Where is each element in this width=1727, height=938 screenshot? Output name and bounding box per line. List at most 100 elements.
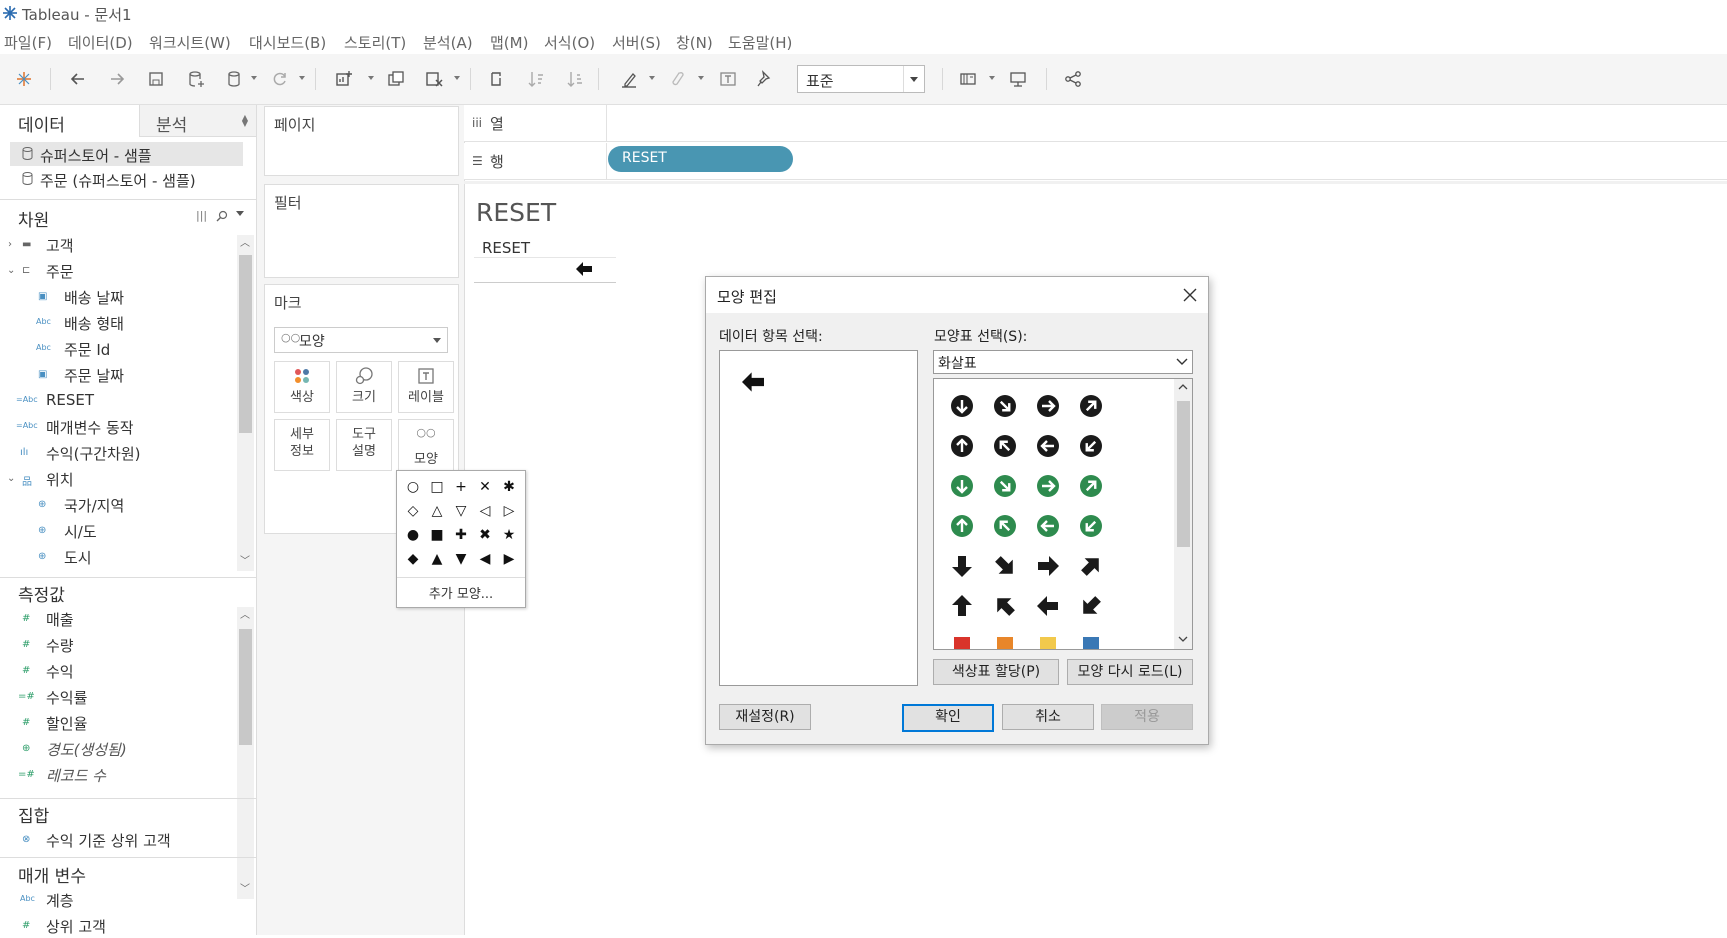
scroll-down-icon[interactable]: ﹀: [240, 885, 250, 895]
palette-arrow-shape[interactable]: [1038, 556, 1059, 576]
dim-ship-mode[interactable]: Abc 배송 형태: [22, 311, 254, 335]
shape-option[interactable]: ▷: [497, 499, 521, 523]
palette-arrow-shape-partial[interactable]: [954, 637, 970, 649]
rows-shelf[interactable]: ☰ 행 RESET: [464, 143, 1727, 180]
param-hierarchy[interactable]: Abc 계층: [6, 888, 238, 912]
tooltip-button[interactable]: 도구 설명: [336, 419, 392, 471]
datasource-orders[interactable]: 주문 (슈퍼스토어 - 샘플): [10, 167, 243, 191]
pages-card[interactable]: 페이지: [264, 106, 459, 176]
scroll-up-icon[interactable]: [1178, 383, 1188, 391]
save-icon[interactable]: [144, 67, 168, 91]
scrollbar-thumb[interactable]: [1177, 401, 1190, 547]
palette-arrow-shape[interactable]: [1075, 390, 1106, 421]
clear-sheet-icon[interactable]: [422, 67, 446, 91]
palette-arrow-shape[interactable]: [1075, 430, 1106, 461]
menu-analysis[interactable]: 분석(A): [423, 32, 473, 53]
group-members-icon[interactable]: [665, 67, 689, 91]
duplicate-sheet-icon[interactable]: [384, 67, 408, 91]
menu-window[interactable]: 창(N): [676, 32, 713, 53]
palette-arrow-shape[interactable]: [989, 390, 1020, 421]
dim-state[interactable]: ⊕ 시/도: [22, 519, 254, 543]
measures-scrollbar[interactable]: ︿ ﹀: [237, 607, 254, 899]
sort-ascending-icon[interactable]: [524, 67, 548, 91]
arrow-left-mark-icon[interactable]: [575, 261, 593, 277]
label-button[interactable]: 레이블: [398, 361, 454, 413]
shape-option[interactable]: ★: [497, 523, 521, 547]
cancel-button[interactable]: 취소: [1002, 704, 1094, 730]
reset-button[interactable]: 재설정(R): [719, 704, 811, 730]
apply-button[interactable]: 적용: [1101, 704, 1193, 730]
dim-country[interactable]: ⊕ 국가/지역: [22, 493, 254, 517]
shape-option[interactable]: □: [425, 475, 449, 499]
meas-record-count[interactable]: =# 레코드 수: [6, 763, 238, 787]
dim-order-id[interactable]: Abc 주문 Id: [22, 337, 254, 361]
presentation-mode-icon[interactable]: [1006, 67, 1030, 91]
dim-city[interactable]: ⊕ 도시: [22, 545, 254, 569]
palette-arrow-shape[interactable]: [951, 475, 973, 497]
shape-option[interactable]: ◀: [473, 547, 497, 571]
refresh-icon[interactable]: [268, 67, 292, 91]
menu-story[interactable]: 스토리(T): [344, 32, 406, 53]
palette-arrow-shape[interactable]: [1037, 515, 1059, 537]
shape-option[interactable]: ▶: [497, 547, 521, 571]
dim-order-date[interactable]: ▣ 주문 날짜: [22, 363, 254, 387]
shape-palette-grid[interactable]: [933, 378, 1193, 650]
dim-orders[interactable]: ⌄ ⊏ 주문: [6, 259, 238, 283]
palette-scrollbar[interactable]: [1174, 379, 1192, 649]
arrow-left-item-icon[interactable]: [740, 371, 766, 393]
palette-arrow-shape[interactable]: [1037, 596, 1058, 616]
palette-arrow-shape[interactable]: [1037, 475, 1059, 497]
dim-param-action[interactable]: =Abc 매개변수 동작: [6, 415, 238, 439]
mark-type-select[interactable]: ○○ 모양: [274, 327, 448, 353]
dimensions-menu-icon[interactable]: [236, 211, 244, 216]
shape-option[interactable]: ◆: [401, 547, 425, 571]
shape-option[interactable]: ○: [401, 475, 425, 499]
palette-arrow-shape[interactable]: [951, 435, 973, 457]
fix-axes-icon[interactable]: [753, 67, 777, 91]
dim-profit-bins[interactable]: ılı 수익(구간차원): [6, 441, 238, 465]
reload-shapes-button[interactable]: 모양 다시 로드(L): [1067, 659, 1193, 685]
sort-descending-icon[interactable]: [563, 67, 587, 91]
assign-palette-button[interactable]: 색상표 할당(P): [933, 659, 1059, 685]
tableau-home-icon[interactable]: [12, 67, 36, 91]
palette-arrow-shape[interactable]: [1037, 435, 1059, 457]
dim-ship-date[interactable]: ▣ 배송 날짜: [22, 285, 254, 309]
shape-option[interactable]: ▽: [449, 499, 473, 523]
datasource-superstore[interactable]: 슈퍼스토어 - 샘플: [10, 142, 243, 166]
palette-arrow-shape[interactable]: [1077, 551, 1106, 580]
data-item-list[interactable]: [719, 350, 918, 686]
palette-arrow-shape[interactable]: [989, 470, 1020, 501]
palette-arrow-shape[interactable]: [989, 430, 1020, 461]
shape-option[interactable]: ◁: [473, 499, 497, 523]
shape-option[interactable]: ■: [425, 523, 449, 547]
palette-arrow-shape[interactable]: [952, 556, 972, 577]
tab-analysis[interactable]: 분석 ▲ ▼: [139, 105, 256, 137]
shape-option[interactable]: ▲: [425, 547, 449, 571]
columns-shelf[interactable]: iii 열: [464, 105, 1727, 142]
scrollbar-thumb[interactable]: [239, 629, 252, 745]
detail-button[interactable]: 세부 정보: [274, 419, 330, 471]
more-shapes-button[interactable]: 추가 모양...: [397, 583, 525, 602]
shape-option[interactable]: ✱: [497, 475, 521, 499]
menu-format[interactable]: 서식(O): [544, 32, 595, 53]
close-icon[interactable]: [1180, 285, 1200, 305]
swap-rows-columns-icon[interactable]: [486, 67, 510, 91]
redo-icon[interactable]: [105, 67, 129, 91]
palette-arrow-shape[interactable]: [1075, 470, 1106, 501]
palette-arrow-shape[interactable]: [1037, 395, 1059, 417]
show-mark-labels-icon[interactable]: [716, 67, 740, 91]
meas-profit[interactable]: # 수익: [6, 659, 238, 683]
meas-profit-ratio[interactable]: =# 수익률: [6, 685, 238, 709]
fit-select[interactable]: 표준: [797, 65, 925, 93]
search-icon[interactable]: [216, 210, 228, 222]
tab-data[interactable]: 데이터: [0, 105, 138, 138]
shape-button[interactable]: ○○ 모양: [398, 419, 454, 471]
scroll-down-icon[interactable]: ﹀: [240, 557, 250, 567]
palette-arrow-shape-partial[interactable]: [1083, 637, 1099, 649]
palette-arrow-shape[interactable]: [990, 591, 1019, 620]
menu-dashboard[interactable]: 대시보드(B): [249, 32, 326, 53]
new-datasource-icon[interactable]: [184, 67, 208, 91]
view-icon[interactable]: |||: [196, 209, 207, 222]
palette-arrow-shape[interactable]: [989, 510, 1020, 541]
shape-option[interactable]: +: [449, 475, 473, 499]
